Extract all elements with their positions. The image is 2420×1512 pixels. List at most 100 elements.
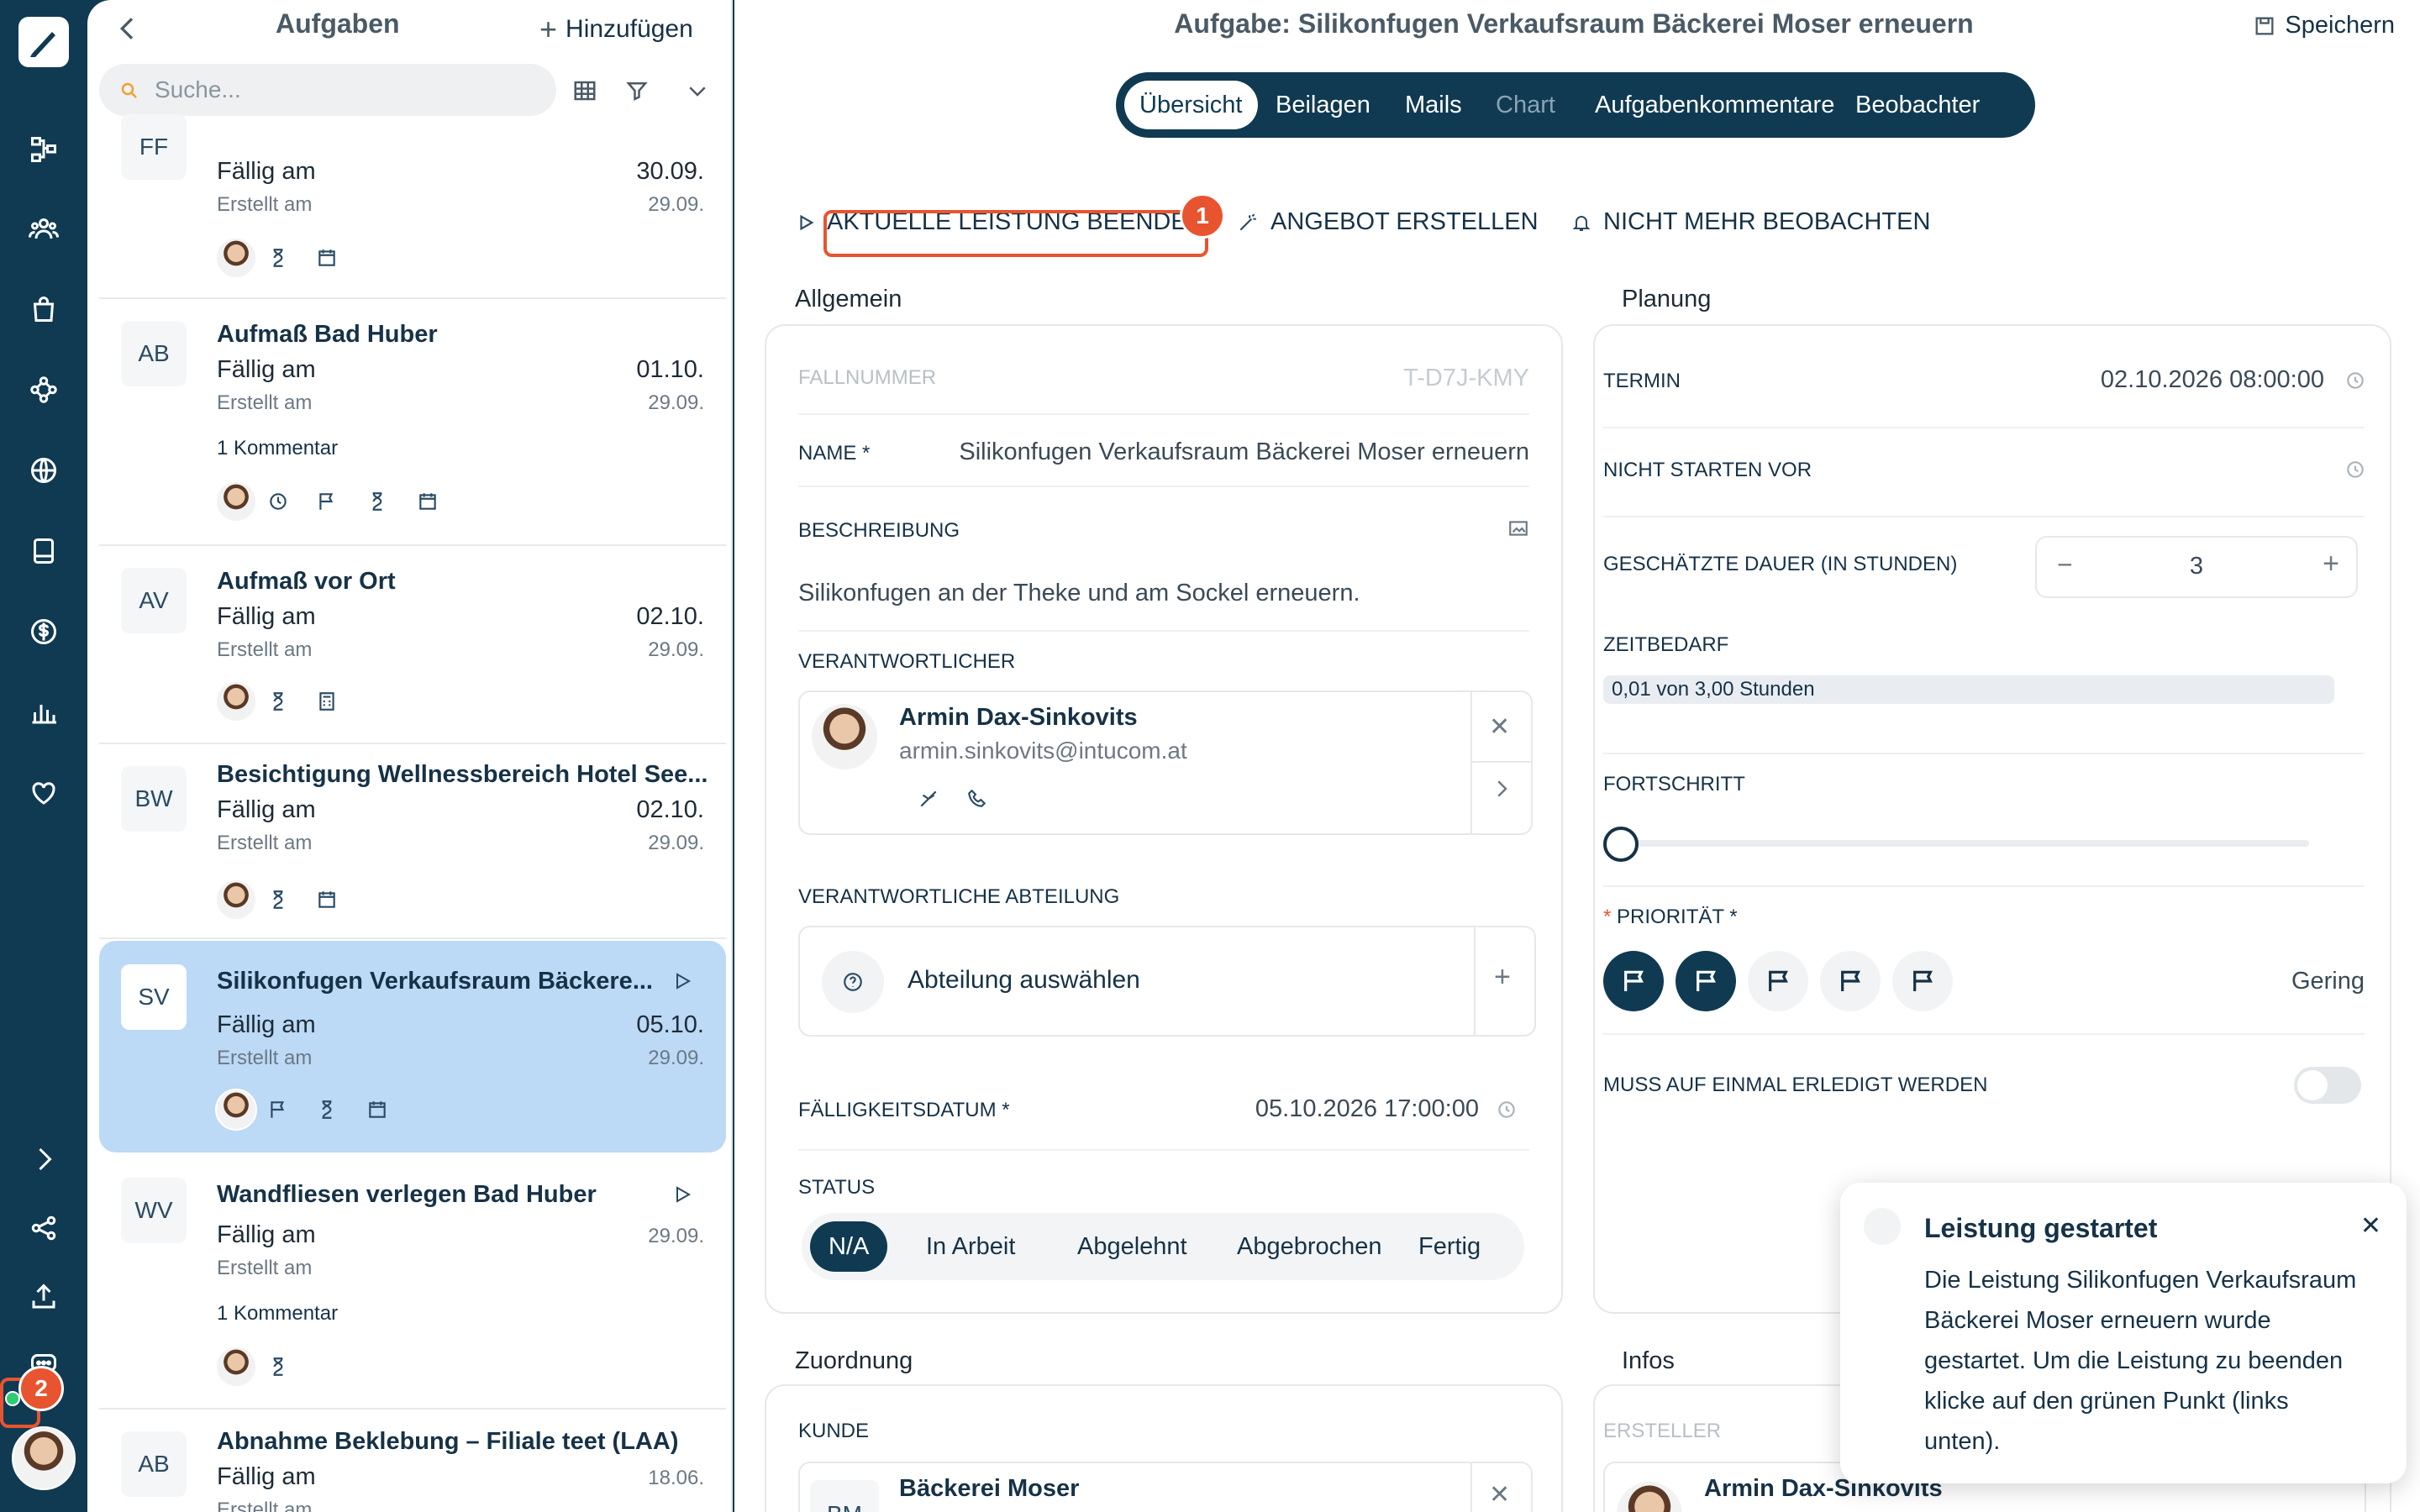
task-due-label: Fällig am bbox=[217, 1463, 316, 1490]
term-value[interactable]: 02.10.2026 08:00:00 bbox=[2101, 366, 2324, 394]
status-in-progress[interactable]: In Arbeit bbox=[908, 1221, 1034, 1272]
task-card[interactable]: AB Aufmaß Bad Huber Fällig am Erstellt a… bbox=[99, 301, 726, 546]
customer-card[interactable]: BM Bäckerei Moser ✕ bbox=[798, 1462, 1533, 1512]
department-select[interactable]: Abteilung auswählen + bbox=[798, 926, 1536, 1037]
progress-slider-handle[interactable] bbox=[1603, 827, 1639, 862]
responsible-email[interactable]: armin.sinkovits@intucom.at bbox=[899, 738, 1187, 764]
priority-flag-1[interactable] bbox=[1603, 951, 1664, 1011]
tab-mails[interactable]: Mails bbox=[1390, 81, 1477, 129]
name-input[interactable]: Silikonfugen Verkaufsraum Bäckerei Moser… bbox=[959, 438, 1529, 466]
priority-flag-2[interactable] bbox=[1676, 951, 1736, 1011]
create-offer-button[interactable]: ANGEBOT ERSTELLEN bbox=[1237, 208, 1539, 236]
filter-icon[interactable] bbox=[618, 72, 655, 109]
status-rejected[interactable]: Abgelehnt bbox=[1059, 1221, 1206, 1272]
priority-flag-3[interactable] bbox=[1748, 951, 1808, 1011]
flag-icon bbox=[313, 487, 341, 516]
globe-icon[interactable] bbox=[24, 450, 64, 491]
add-button[interactable]: + Hinzufügen bbox=[539, 12, 693, 47]
task-card[interactable]: AB Abnahme Beklebung – Filiale teet (LAA… bbox=[99, 1411, 726, 1512]
bag-icon[interactable] bbox=[24, 289, 64, 329]
time-required-value: 0,01 von 3,00 Stunden bbox=[1612, 678, 1815, 701]
task-title: Silikonfugen Verkaufsraum Bäckere... bbox=[217, 968, 653, 995]
task-card[interactable]: WV Wandfliesen verlegen Bad Huber Fällig… bbox=[99, 1156, 726, 1410]
tab-chart[interactable]: Chart bbox=[1481, 81, 1570, 129]
progress-track[interactable] bbox=[1620, 840, 2309, 847]
task-title: Aufmaß Bad Huber bbox=[217, 321, 438, 348]
list-title: Aufgaben bbox=[276, 8, 400, 39]
save-button[interactable]: Speichern bbox=[2253, 12, 2395, 39]
chevron-right-icon[interactable] bbox=[24, 1139, 64, 1179]
remove-customer-icon[interactable]: ✕ bbox=[1489, 1480, 1510, 1509]
network-icon[interactable] bbox=[24, 370, 64, 410]
image-edit-icon[interactable] bbox=[1507, 517, 1529, 539]
case-number-label: FALLNUMMER bbox=[798, 366, 937, 389]
general-card: FALLNUMMER T-D7J-KMY NAME * Silikonfugen… bbox=[765, 324, 1563, 1314]
priority-flag-4[interactable] bbox=[1820, 951, 1881, 1011]
clock-icon[interactable] bbox=[2344, 459, 2366, 480]
duration-stepper[interactable]: − 3 + bbox=[2035, 536, 2358, 598]
task-card[interactable]: FF Fällig am Erstellt am 30.09. 29.09. bbox=[99, 114, 726, 299]
phone-icon[interactable] bbox=[966, 788, 988, 810]
calendar-icon bbox=[313, 244, 341, 272]
search-input[interactable]: Suche... bbox=[99, 64, 556, 116]
task-comment-count[interactable]: 1 Kommentar bbox=[217, 1302, 338, 1326]
notification-toast: Leistung gestartet ✕ Die Leistung Siliko… bbox=[1840, 1183, 2407, 1483]
floppy-icon bbox=[2255, 17, 2274, 34]
tab-overview[interactable]: Übersicht bbox=[1124, 81, 1258, 129]
back-icon[interactable] bbox=[111, 12, 145, 45]
toast-title: Leistung gestartet bbox=[1924, 1213, 2158, 1243]
status-na[interactable]: N/A bbox=[810, 1221, 888, 1272]
pen-icon[interactable] bbox=[18, 17, 69, 67]
remove-responsible-icon[interactable]: ✕ bbox=[1489, 712, 1510, 742]
toast-body: Die Leistung Silikonfugen Verkaufsraum B… bbox=[1924, 1267, 2357, 1455]
clock-icon[interactable] bbox=[2344, 370, 2366, 391]
bar-chart-icon[interactable] bbox=[24, 692, 64, 732]
task-comment-count[interactable]: 1 Kommentar bbox=[217, 437, 338, 460]
bell-icon bbox=[1572, 215, 1591, 231]
toast-close-icon[interactable]: ✕ bbox=[2360, 1211, 2381, 1241]
dollar-icon[interactable] bbox=[24, 612, 64, 652]
table-view-icon[interactable] bbox=[566, 72, 603, 109]
task-created-date: 29.09. bbox=[648, 193, 704, 216]
duration-value[interactable]: 3 bbox=[2037, 553, 2356, 580]
task-card[interactable]: AV Aufmaß vor Ort Fällig am Erstellt am … bbox=[99, 548, 726, 744]
unwatch-button[interactable]: NICHT MEHR BEOBACHTEN bbox=[1571, 208, 1930, 236]
due-date-value[interactable]: 05.10.2026 17:00:00 bbox=[1255, 1095, 1479, 1123]
chevron-right-icon[interactable] bbox=[1489, 776, 1514, 801]
no-mail-icon[interactable] bbox=[918, 788, 939, 810]
priority-flag-5[interactable] bbox=[1892, 951, 1953, 1011]
task-created-label: Erstellt am bbox=[217, 1257, 313, 1279]
clock-icon[interactable] bbox=[1496, 1099, 1518, 1121]
task-created-label: Erstellt am bbox=[217, 1499, 313, 1512]
complete-at-once-toggle[interactable] bbox=[2294, 1067, 2361, 1104]
status-cancelled[interactable]: Abgebrochen bbox=[1218, 1221, 1401, 1272]
responsible-card[interactable]: Armin Dax-Sinkovits armin.sinkovits@intu… bbox=[798, 690, 1533, 835]
task-card[interactable]: BW Besichtigung Wellnessbereich Hotel Se… bbox=[99, 746, 726, 939]
customer-initials: BM bbox=[810, 1480, 879, 1512]
task-title: Besichtigung Wellnessbereich Hotel See..… bbox=[217, 761, 708, 788]
users-icon[interactable] bbox=[24, 208, 64, 249]
user-avatar[interactable] bbox=[12, 1426, 76, 1490]
workflow-icon[interactable] bbox=[24, 129, 64, 170]
play-icon[interactable] bbox=[672, 1184, 692, 1205]
tab-task-comments[interactable]: Aufgabenkommentare bbox=[1580, 81, 1849, 129]
heart-icon[interactable] bbox=[24, 773, 64, 813]
play-icon[interactable] bbox=[672, 971, 692, 991]
tab-watchers[interactable]: Beobachter bbox=[1840, 81, 1995, 129]
hourglass-icon bbox=[264, 687, 292, 716]
add-department-icon[interactable]: + bbox=[1494, 961, 1511, 994]
task-created-label: Erstellt am bbox=[217, 832, 313, 854]
task-due-label: Fällig am bbox=[217, 356, 316, 383]
description-text[interactable]: Silikonfugen an der Theke und am Sockel … bbox=[798, 580, 1360, 607]
task-created-date: 29.09. bbox=[648, 832, 704, 854]
task-card-selected[interactable]: SV Silikonfugen Verkaufsraum Bäckere... … bbox=[99, 941, 726, 1152]
tab-attachments[interactable]: Beilagen bbox=[1260, 81, 1386, 129]
task-created-label: Erstellt am bbox=[217, 391, 313, 414]
increment-icon[interactable]: + bbox=[2323, 548, 2339, 580]
add-button-label: Hinzufügen bbox=[566, 15, 693, 43]
status-done[interactable]: Fertig bbox=[1400, 1221, 1499, 1272]
share-icon[interactable] bbox=[24, 1208, 64, 1248]
upload-icon[interactable] bbox=[24, 1277, 64, 1317]
chevron-down-icon[interactable] bbox=[679, 72, 716, 109]
book-icon[interactable] bbox=[24, 531, 64, 571]
